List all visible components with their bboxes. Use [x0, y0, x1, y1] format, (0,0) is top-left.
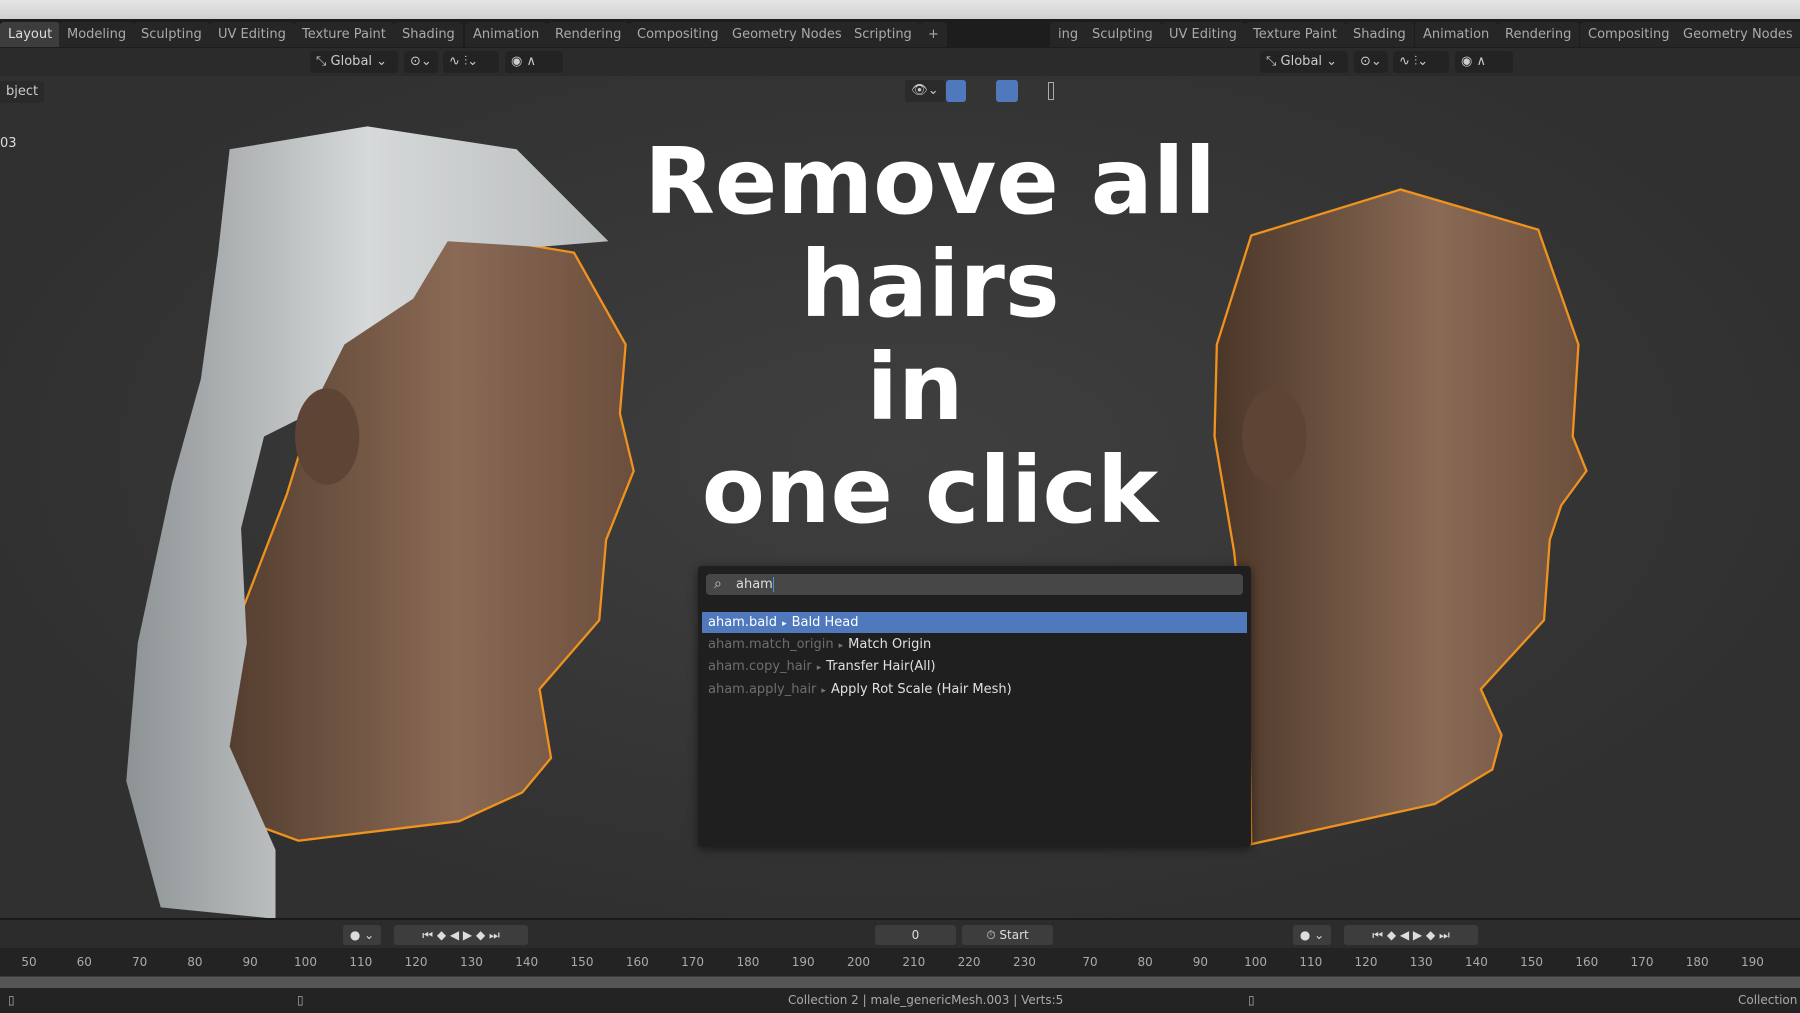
ruler-tick: 130	[1409, 955, 1433, 969]
ruler-tick: 90	[242, 955, 258, 969]
ruler-tick: 220	[957, 955, 981, 969]
playback-controls[interactable]: ⏮ ◆ ◀ ▶ ◆ ⏭	[394, 925, 528, 945]
head-with-hair	[126, 126, 635, 919]
ruler-tick: 180	[1685, 955, 1709, 969]
ruler-tick: 70	[1082, 955, 1098, 969]
ruler-tick: 130	[459, 955, 483, 969]
search-icon: ⌕	[714, 576, 722, 592]
ruler-tick: 50	[21, 955, 37, 969]
ear	[295, 388, 360, 485]
ruler-tick: 80	[1137, 955, 1153, 969]
ruler-tick: 60	[76, 955, 92, 969]
timeline-ruler[interactable]: 50 60 70 80 90 100 110 120 130 140 150 160 170 180 190…	[0, 948, 1800, 976]
search-input[interactable]: ⌕ aham	[706, 574, 1243, 595]
ruler-tick: 200	[847, 955, 870, 969]
ruler-tick: 70	[131, 955, 148, 969]
ruler-tick: 180	[736, 955, 760, 969]
search-result[interactable]: aham.apply_hair ▸ Apply Rot Scale (Hair Me…	[702, 679, 1247, 700]
status-bar: ▯ ▯ ▯ Collection 2 | male_genericMesh.00…	[0, 988, 1800, 1013]
mouse-icon: ▯	[8, 993, 15, 1007]
ruler-tick: 170	[1630, 955, 1654, 969]
promo-title-line-4: one click	[701, 437, 1159, 544]
promo-title-line-2: hairs	[800, 231, 1060, 338]
timeline-scrollbar[interactable]	[0, 976, 1800, 988]
ruler-tick: 160	[625, 955, 649, 969]
current-frame-field[interactable]: 0	[875, 925, 956, 945]
ruler-tick: 140	[515, 955, 539, 969]
search-result[interactable]: aham.copy_hair ▸ Transfer Hair(All)	[702, 656, 1247, 677]
scene-stats: Collection 2 | male_genericMesh.003 | Ve…	[788, 993, 1064, 1007]
promo-title-line-1: Remove all	[644, 128, 1216, 235]
collection-label: Collection	[1738, 993, 1798, 1007]
mouse-icon: ▯	[297, 993, 304, 1007]
timeline-header: ● ⌄ ⏮ ◆ ◀ ▶ ◆ ⏭ 0 ⏱ Start ● ⌄ ⏮ ◆ ◀ ▶ ◆ …	[0, 918, 1800, 948]
ruler-tick: 120	[404, 955, 428, 969]
start-frame-field[interactable]: ⏱ Start	[962, 925, 1053, 945]
stopwatch-icon: ⏱	[986, 928, 1000, 942]
auto-keying-toggle-right[interactable]: ● ⌄	[1293, 925, 1331, 945]
ruler-tick: 100	[1244, 955, 1268, 969]
operator-search-popup: ⌕ aham aham.bald ▸ Bald Head aham.match_or…	[698, 566, 1251, 847]
ruler-tick: 190	[1740, 955, 1764, 969]
promo-title-line-3: in	[866, 334, 964, 441]
text-cursor	[772, 577, 774, 592]
auto-keying-toggle[interactable]: ● ⌄	[343, 925, 381, 945]
ruler-tick: 80	[187, 955, 203, 969]
search-result[interactable]: aham.bald ▸ Bald Head	[702, 612, 1247, 633]
ruler-tick: 110	[1299, 955, 1323, 969]
mouse-icon: ▯	[1248, 993, 1255, 1007]
playback-controls-right[interactable]: ⏮ ◆ ◀ ▶ ◆ ⏭	[1344, 925, 1478, 945]
ruler-tick: 90	[1192, 955, 1209, 969]
ruler-tick: 190	[791, 955, 815, 969]
ruler-tick: 140	[1464, 955, 1488, 969]
ruler-tick: 150	[570, 955, 594, 969]
ruler-tick: 210	[902, 955, 926, 969]
ruler-tick: 150	[1520, 955, 1544, 969]
ruler-tick: 120	[1354, 955, 1378, 969]
ruler-tick: 110	[349, 955, 373, 969]
ruler-tick: 170	[681, 955, 705, 969]
ruler-tick: 100	[294, 955, 317, 969]
ruler-tick: 230	[1012, 955, 1036, 969]
search-result[interactable]: aham.match_origin ▸ Match Origin	[702, 634, 1247, 655]
ruler-tick: 160	[1575, 955, 1599, 969]
